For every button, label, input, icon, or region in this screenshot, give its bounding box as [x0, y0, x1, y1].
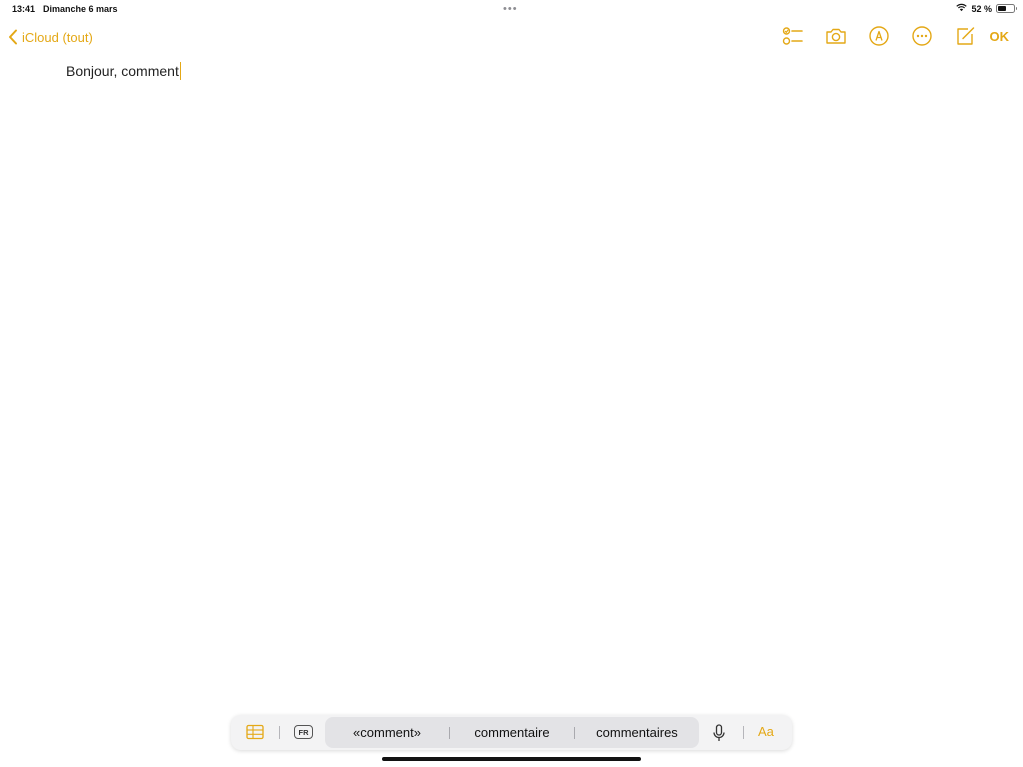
language-button[interactable]: FR: [294, 725, 313, 739]
compose-button[interactable]: [954, 25, 976, 47]
markup-icon: [868, 26, 889, 46]
prediction-3[interactable]: commentaires: [575, 717, 699, 748]
predictions: «comment» commentaire commentaires: [325, 717, 699, 748]
separator: [743, 726, 744, 739]
more-icon: [911, 26, 932, 46]
format-button[interactable]: Aa: [758, 724, 774, 739]
status-date: Dimanche 6 mars: [43, 4, 118, 14]
checklist-icon: [782, 27, 803, 45]
status-time: 13:41: [12, 4, 36, 14]
wifi-icon: [956, 3, 968, 14]
more-button[interactable]: [911, 25, 933, 47]
battery-percent: 52 %: [971, 3, 992, 14]
back-button[interactable]: iCloud (tout): [8, 28, 93, 46]
chevron-left-icon: [9, 29, 17, 45]
prediction-1[interactable]: «comment»: [325, 717, 449, 748]
note-text: Bonjour, comment: [66, 63, 179, 79]
toolbar: OK: [782, 25, 1010, 47]
table-icon[interactable]: [246, 724, 264, 740]
microphone-icon[interactable]: [712, 724, 726, 742]
status-bar: 13:41 Dimanche 6 mars ••• 52 %: [0, 0, 1023, 18]
done-button[interactable]: OK: [990, 29, 1010, 44]
note-editor[interactable]: Bonjour, comment: [66, 62, 182, 80]
multitasking-dots[interactable]: •••: [503, 3, 518, 15]
home-indicator[interactable]: [382, 757, 641, 761]
battery-icon: [996, 4, 1017, 13]
markup-button[interactable]: [868, 25, 890, 47]
text-cursor: [179, 62, 182, 80]
status-right: 52 %: [956, 3, 1017, 14]
back-label: iCloud (tout): [22, 29, 93, 45]
separator: [279, 726, 280, 739]
shortcut-bar: FR «comment» commentaire commentaires Aa: [231, 715, 792, 750]
camera-icon: [825, 28, 846, 44]
checklist-button[interactable]: [782, 25, 804, 47]
prediction-2[interactable]: commentaire: [450, 717, 574, 748]
camera-button[interactable]: [825, 25, 847, 47]
compose-icon: [956, 27, 974, 45]
battery-level: [998, 6, 1006, 11]
